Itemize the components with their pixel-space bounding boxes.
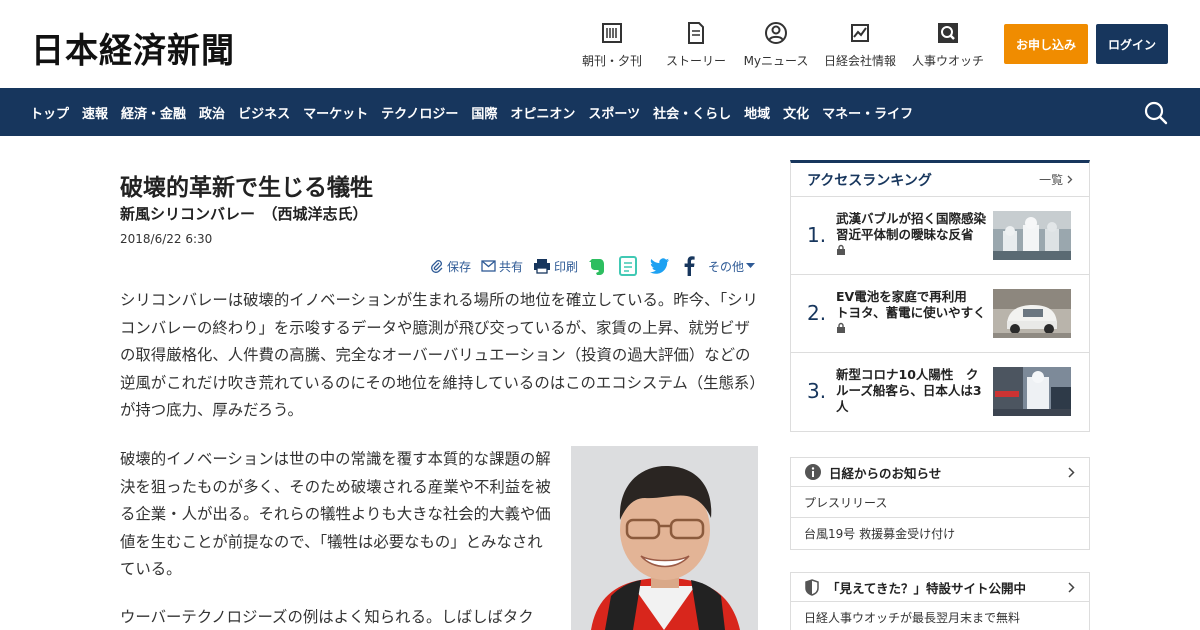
notice-title: 日経からのお知らせ (829, 465, 942, 481)
save-button[interactable]: 保存 (430, 258, 471, 275)
nav-item-politics[interactable]: 政治 (199, 103, 225, 122)
notice-title: 「見えてきた？」特設サイト公開中 (827, 580, 1027, 596)
article-paragraph: シリコンバレーは破壊的イノベーションが生まれる場所の地位を確立している。昨今、「… (120, 291, 758, 419)
caret-down-icon (746, 263, 755, 268)
print-button[interactable]: 印刷 (533, 258, 578, 275)
notice-box: 「見えてきた？」特設サイト公開中 日経人事ウオッチが最長翌月末まで無料 (790, 572, 1090, 630)
ranking-header: アクセスランキング 一覧 (791, 163, 1089, 197)
evernote-icon[interactable] (588, 256, 609, 276)
ranking-number: 3. (807, 379, 827, 403)
nav-item-money[interactable]: マネー・ライフ (822, 103, 913, 122)
notice-header[interactable]: 日経からのお知らせ (791, 458, 1089, 487)
header-nav-label: 人事ウオッチ (911, 54, 984, 68)
header-nav-label: 日経会社情報 (823, 54, 896, 68)
save-label: 保存 (446, 259, 471, 274)
nav-item-culture[interactable]: 文化 (783, 103, 809, 122)
ranking-number: 1. (807, 223, 827, 247)
header-nav-label: 朝刊・夕刊 (581, 54, 642, 68)
ranking-thumbnail[interactable] (993, 211, 1071, 260)
main-nav-list: トップ 速報 経済・金融 政治 ビジネス マーケット テクノロジー 国際 オピニ… (30, 88, 926, 136)
header-nav-mynews[interactable]: Myニュース (738, 20, 814, 69)
share-button[interactable]: 共有 (481, 258, 523, 275)
facebook-icon[interactable] (683, 256, 698, 276)
nav-item-international[interactable]: 国際 (471, 103, 497, 122)
twitter-icon[interactable] (649, 257, 673, 275)
main-nav: トップ 速報 経済・金融 政治 ビジネス マーケット テクノロジー 国際 オピニ… (0, 88, 1200, 136)
story-icon (687, 20, 705, 46)
more-share-button[interactable]: その他 (708, 258, 758, 275)
header-nav-story[interactable]: ストーリー (654, 20, 738, 69)
more-label: その他 (707, 259, 744, 274)
header-nav-personnel[interactable]: 人事ウオッチ (906, 20, 990, 69)
nav-item-top[interactable]: トップ (30, 103, 69, 122)
clip-icon (430, 260, 443, 273)
nav-item-business[interactable]: ビジネス (238, 103, 290, 122)
notice-link[interactable]: プレスリリース (791, 487, 1089, 518)
header-nav-label: ストーリー (665, 54, 726, 68)
article-date: 2018/6/22 6:30 (120, 232, 213, 246)
lock-icon (837, 322, 845, 333)
header-nav-label: Myニュース (743, 54, 809, 68)
ranking-headline[interactable]: 新型コロナ10人陽性 クルーズ船客ら、日本人は3人 (836, 367, 986, 415)
article-paragraph: ウーバーテクノロジーズの例はよく知られる。しばしばタク (120, 608, 534, 626)
notice-box: 日経からのお知らせ プレスリリース 台風19号 救援募金受け付け (790, 457, 1090, 550)
ranking-thumbnail[interactable] (993, 289, 1071, 338)
site-logo[interactable]: 日本経済新聞 (31, 23, 235, 73)
ranking-headline[interactable]: EV電池を家庭で再利用 トヨタ、蓄電に使いやすく (836, 289, 986, 337)
article-title: 破壊的革新で生じる犠牲 (120, 175, 373, 201)
shield-icon (805, 578, 819, 596)
ranking-number: 2. (807, 301, 827, 325)
company-chart-icon (849, 20, 871, 46)
ranking-more-label: 一覧 (1039, 173, 1064, 187)
nav-item-opinion[interactable]: オピニオン (510, 103, 575, 122)
ranking-headline-text: 武漢バブルが招く国際感染 習近平体制の曖昧な反省 (836, 211, 999, 242)
mail-icon (481, 260, 496, 272)
site-header: 日本経済新聞 朝刊・夕刊 ストーリー Myニュース 日経会社情報 人事ウオッチ … (0, 0, 1200, 88)
ranking-item[interactable]: 1. 武漢バブルが招く国際感染 習近平体制の曖昧な反省 (791, 197, 1089, 275)
nav-item-market[interactable]: マーケット (303, 103, 368, 122)
nav-item-breaking[interactable]: 速報 (82, 103, 108, 122)
ranking-more-link[interactable]: 一覧 (1039, 171, 1073, 188)
notice-link[interactable]: 日経人事ウオッチが最長翌月末まで無料 (791, 602, 1089, 630)
nav-item-technology[interactable]: テクノロジー (381, 103, 458, 122)
printer-icon (533, 259, 550, 274)
chevron-right-icon (1068, 582, 1075, 593)
nav-item-society[interactable]: 社会・くらし (653, 103, 731, 122)
newspaper-icon (601, 20, 623, 46)
ranking-title: アクセスランキング (807, 172, 932, 189)
share-label: 共有 (498, 259, 523, 274)
article-paragraph: 破壊的イノベーションは世の中の常識を覆す本質的な課題の解決を狙ったものが多く、そ… (120, 450, 551, 578)
access-ranking: アクセスランキング 一覧 1. 武漢バブルが招く国際感染 習近平体制の曖昧な反省… (790, 160, 1090, 432)
apply-button[interactable]: お申し込み (1004, 24, 1088, 64)
header-nav-paper[interactable]: 朝刊・夕刊 (570, 20, 654, 69)
notice-link[interactable]: 台風19号 救援募金受け付け (791, 518, 1089, 549)
header-nav-company[interactable]: 日経会社情報 (814, 20, 906, 69)
ranking-headline[interactable]: 武漢バブルが招く国際感染 習近平体制の曖昧な反省 (836, 211, 999, 259)
notice-header[interactable]: 「見えてきた？」特設サイト公開中 (791, 573, 1089, 602)
nav-item-sports[interactable]: スポーツ (588, 103, 640, 122)
ranking-item[interactable]: 3. 新型コロナ10人陽性 クルーズ船客ら、日本人は3人 (791, 353, 1089, 431)
lock-icon (837, 244, 845, 255)
login-button[interactable]: ログイン (1096, 24, 1168, 64)
ranking-thumbnail[interactable] (993, 367, 1071, 416)
search-icon[interactable] (1143, 100, 1169, 126)
personnel-search-icon (937, 20, 959, 46)
nav-item-economy[interactable]: 経済・金融 (121, 103, 186, 122)
header-nav: 朝刊・夕刊 ストーリー Myニュース 日経会社情報 人事ウオッチ (570, 20, 990, 69)
share-toolbar: 保存 共有 印刷 その他 (420, 256, 758, 276)
chevron-right-icon (1067, 175, 1073, 184)
article-subtitle: 新風シリコンバレー （西城洋志氏） (120, 205, 368, 223)
author-photo (571, 446, 758, 630)
info-icon (805, 464, 821, 480)
ranking-item[interactable]: 2. EV電池を家庭で再利用 トヨタ、蓄電に使いやすく (791, 275, 1089, 353)
note-icon[interactable] (618, 256, 640, 276)
ranking-headline-text: EV電池を家庭で再利用 トヨタ、蓄電に使いやすく (836, 289, 986, 320)
print-label: 印刷 (553, 259, 578, 274)
user-icon (764, 20, 788, 46)
chevron-right-icon (1068, 467, 1075, 478)
nav-item-region[interactable]: 地域 (744, 103, 770, 122)
